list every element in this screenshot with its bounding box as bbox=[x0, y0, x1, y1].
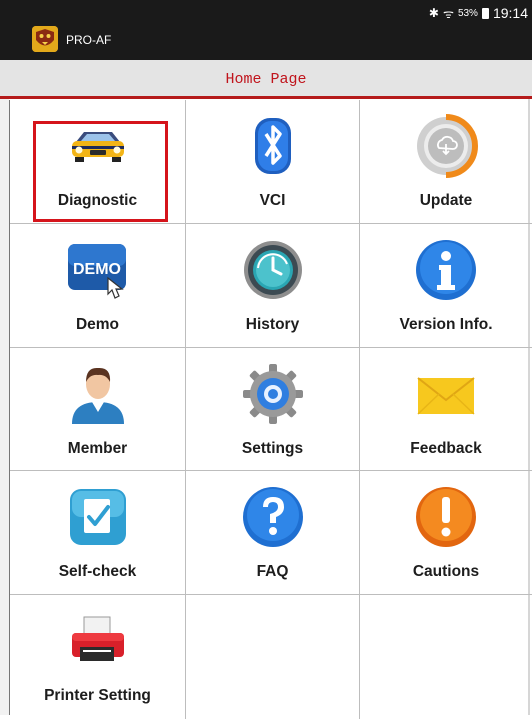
checklist-icon bbox=[66, 485, 130, 549]
tile-faq[interactable]: FAQ bbox=[186, 471, 360, 595]
battery-icon bbox=[481, 7, 489, 19]
gear-icon bbox=[241, 362, 305, 426]
page-title: Home Page bbox=[225, 71, 307, 88]
tile-diagnostic[interactable]: Diagnostic bbox=[10, 100, 186, 224]
tile-feedback[interactable]: Feedback bbox=[360, 348, 532, 471]
question-icon bbox=[241, 485, 305, 549]
tile-label: Printer Setting bbox=[44, 687, 151, 704]
cloud-download-icon bbox=[414, 114, 479, 178]
tile-label: Update bbox=[419, 192, 473, 209]
envelope-icon bbox=[414, 362, 478, 426]
status-bar: ✱ ᯤ 53% 19:14 PRO-AF bbox=[0, 0, 532, 60]
tile-label: Settings bbox=[241, 440, 304, 457]
printer-icon bbox=[66, 609, 130, 673]
member-icon bbox=[66, 362, 130, 426]
bluetooth-icon bbox=[241, 114, 305, 178]
app-name: PRO-AF bbox=[66, 33, 112, 47]
tile-label: History bbox=[245, 316, 300, 333]
tile-cautions[interactable]: Cautions bbox=[360, 471, 532, 595]
exclamation-icon bbox=[414, 485, 478, 549]
selection-highlight bbox=[33, 121, 168, 222]
tile-label: Demo bbox=[75, 316, 120, 333]
wifi-status-icon: ᯤ bbox=[442, 6, 454, 21]
tile-history[interactable]: History bbox=[186, 224, 360, 348]
home-menu-grid: Diagnostic VCI Update DEMO Demo History … bbox=[9, 100, 532, 719]
tile-label: VCI bbox=[259, 192, 286, 209]
status-indicators: ✱ ᯤ 53% 19:14 bbox=[429, 4, 528, 22]
tile-self-check[interactable]: Self-check bbox=[10, 471, 186, 595]
history-icon bbox=[241, 238, 305, 302]
tile-label: FAQ bbox=[256, 563, 289, 580]
tile-demo[interactable]: DEMO Demo bbox=[10, 224, 186, 348]
tile-label: Self-check bbox=[58, 563, 137, 580]
bluetooth-status-icon: ✱ bbox=[428, 6, 439, 20]
demo-icon-text: DEMO bbox=[73, 261, 121, 278]
tile-empty bbox=[186, 595, 360, 719]
demo-icon: DEMO bbox=[66, 238, 130, 302]
tile-update[interactable]: Update bbox=[360, 100, 532, 224]
tile-label: Member bbox=[67, 440, 128, 457]
tile-printer-setting[interactable]: Printer Setting bbox=[10, 595, 186, 719]
tile-vci[interactable]: VCI bbox=[186, 100, 360, 224]
tile-member[interactable]: Member bbox=[10, 348, 186, 471]
tile-empty bbox=[360, 595, 532, 719]
battery-percent: 53% bbox=[457, 7, 478, 19]
tile-version-info[interactable]: Version Info. bbox=[360, 224, 532, 348]
clock: 19:14 bbox=[492, 5, 528, 21]
tile-settings[interactable]: Settings bbox=[186, 348, 360, 471]
page-header: Home Page bbox=[0, 60, 532, 99]
left-edge bbox=[0, 99, 9, 715]
info-icon bbox=[414, 238, 478, 302]
tile-label: Version Info. bbox=[399, 316, 493, 333]
app-logo-icon bbox=[32, 26, 58, 52]
tile-label: Cautions bbox=[412, 563, 480, 580]
tile-label: Feedback bbox=[410, 440, 482, 457]
